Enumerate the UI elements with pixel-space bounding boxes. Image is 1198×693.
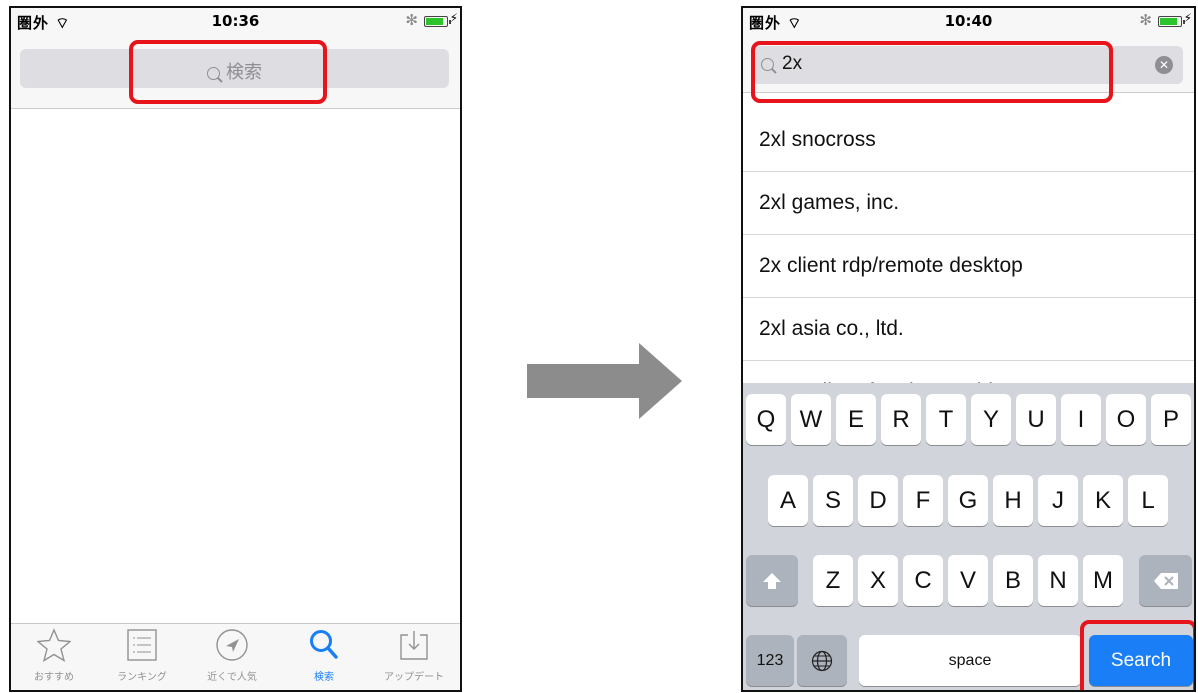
key-z[interactable]: Z bbox=[813, 555, 853, 606]
bluetooth-icon: ✻ bbox=[1139, 11, 1152, 29]
key-w[interactable]: W bbox=[791, 394, 831, 445]
location-arrow-icon bbox=[189, 624, 275, 666]
key-s[interactable]: S bbox=[813, 475, 853, 526]
key-l[interactable]: L bbox=[1128, 475, 1168, 526]
tab-search[interactable]: 検索 bbox=[281, 624, 367, 683]
search-icon bbox=[281, 624, 367, 666]
charging-icon: ⚡ bbox=[449, 11, 458, 25]
key-e[interactable]: E bbox=[836, 394, 876, 445]
key-o[interactable]: O bbox=[1106, 394, 1146, 445]
key-v[interactable]: V bbox=[948, 555, 988, 606]
key-t[interactable]: T bbox=[926, 394, 966, 445]
space-key[interactable]: space bbox=[859, 635, 1081, 686]
highlight-box-search-field bbox=[751, 41, 1113, 103]
phone-screen-after: 圏外 ⌔ 10:40 ✻ ⚡ 2x ✕ 2xl snocross 2xl gam… bbox=[741, 6, 1196, 692]
battery-icon bbox=[1158, 16, 1185, 27]
key-u[interactable]: U bbox=[1016, 394, 1056, 445]
key-i[interactable]: I bbox=[1061, 394, 1101, 445]
charging-icon: ⚡ bbox=[1183, 11, 1192, 25]
key-g[interactable]: G bbox=[948, 475, 988, 526]
delete-key[interactable] bbox=[1139, 555, 1192, 606]
shift-arrow-icon bbox=[763, 572, 781, 589]
suggestion-list: 2xl snocross 2xl games, inc. 2x client r… bbox=[743, 109, 1194, 424]
globe-key[interactable] bbox=[797, 635, 847, 686]
suggestion-item[interactable]: 2x client rdp/remote desktop bbox=[743, 235, 1194, 298]
highlight-box-search-button bbox=[1080, 620, 1194, 690]
key-j[interactable]: J bbox=[1038, 475, 1078, 526]
key-p[interactable]: P bbox=[1151, 394, 1191, 445]
status-time: 10:36 bbox=[211, 12, 260, 30]
numbers-key[interactable]: 123 bbox=[746, 635, 794, 686]
suggestion-item[interactable]: 2xl games, inc. bbox=[743, 172, 1194, 235]
key-f[interactable]: F bbox=[903, 475, 943, 526]
key-d[interactable]: D bbox=[858, 475, 898, 526]
status-bar: 圏外 ⌔ 10:40 ✻ ⚡ bbox=[743, 8, 1194, 36]
shift-key[interactable] bbox=[746, 555, 798, 606]
key-a[interactable]: A bbox=[768, 475, 808, 526]
status-bar: 圏外 ⌔ 10:36 ✻ ⚡ bbox=[11, 8, 460, 36]
highlight-box-search-field bbox=[129, 40, 327, 104]
suggestion-item[interactable]: 2xl asia co., ltd. bbox=[743, 298, 1194, 361]
tab-featured[interactable]: おすすめ bbox=[11, 624, 97, 683]
tab-ranking[interactable]: ランキング bbox=[99, 624, 185, 683]
globe-icon bbox=[811, 650, 833, 671]
key-r[interactable]: R bbox=[881, 394, 921, 445]
key-m[interactable]: M bbox=[1083, 555, 1123, 606]
backspace-icon bbox=[1153, 572, 1178, 589]
phone-screen-before: 圏外 ⌔ 10:36 ✻ ⚡ 検索 おすすめ ランキング 近くで人気 検索 アッ… bbox=[9, 6, 462, 692]
key-q[interactable]: Q bbox=[746, 394, 786, 445]
suggestion-item[interactable]: 2xl snocross bbox=[743, 109, 1194, 172]
key-c[interactable]: C bbox=[903, 555, 943, 606]
status-time: 10:40 bbox=[944, 12, 993, 30]
clear-text-icon[interactable]: ✕ bbox=[1155, 56, 1173, 74]
download-tray-icon bbox=[371, 624, 457, 666]
bluetooth-icon: ✻ bbox=[405, 11, 418, 29]
star-icon bbox=[11, 624, 97, 666]
tab-bar: おすすめ ランキング 近くで人気 検索 アップデート bbox=[11, 623, 460, 690]
right-arrow-icon bbox=[527, 343, 682, 419]
key-y[interactable]: Y bbox=[971, 394, 1011, 445]
list-icon bbox=[99, 624, 185, 666]
key-n[interactable]: N bbox=[1038, 555, 1078, 606]
tab-updates[interactable]: アップデート bbox=[371, 624, 457, 683]
key-x[interactable]: X bbox=[858, 555, 898, 606]
battery-icon bbox=[424, 16, 451, 27]
key-h[interactable]: H bbox=[993, 475, 1033, 526]
key-k[interactable]: K bbox=[1083, 475, 1123, 526]
key-b[interactable]: B bbox=[993, 555, 1033, 606]
tab-near-me[interactable]: 近くで人気 bbox=[189, 624, 275, 683]
